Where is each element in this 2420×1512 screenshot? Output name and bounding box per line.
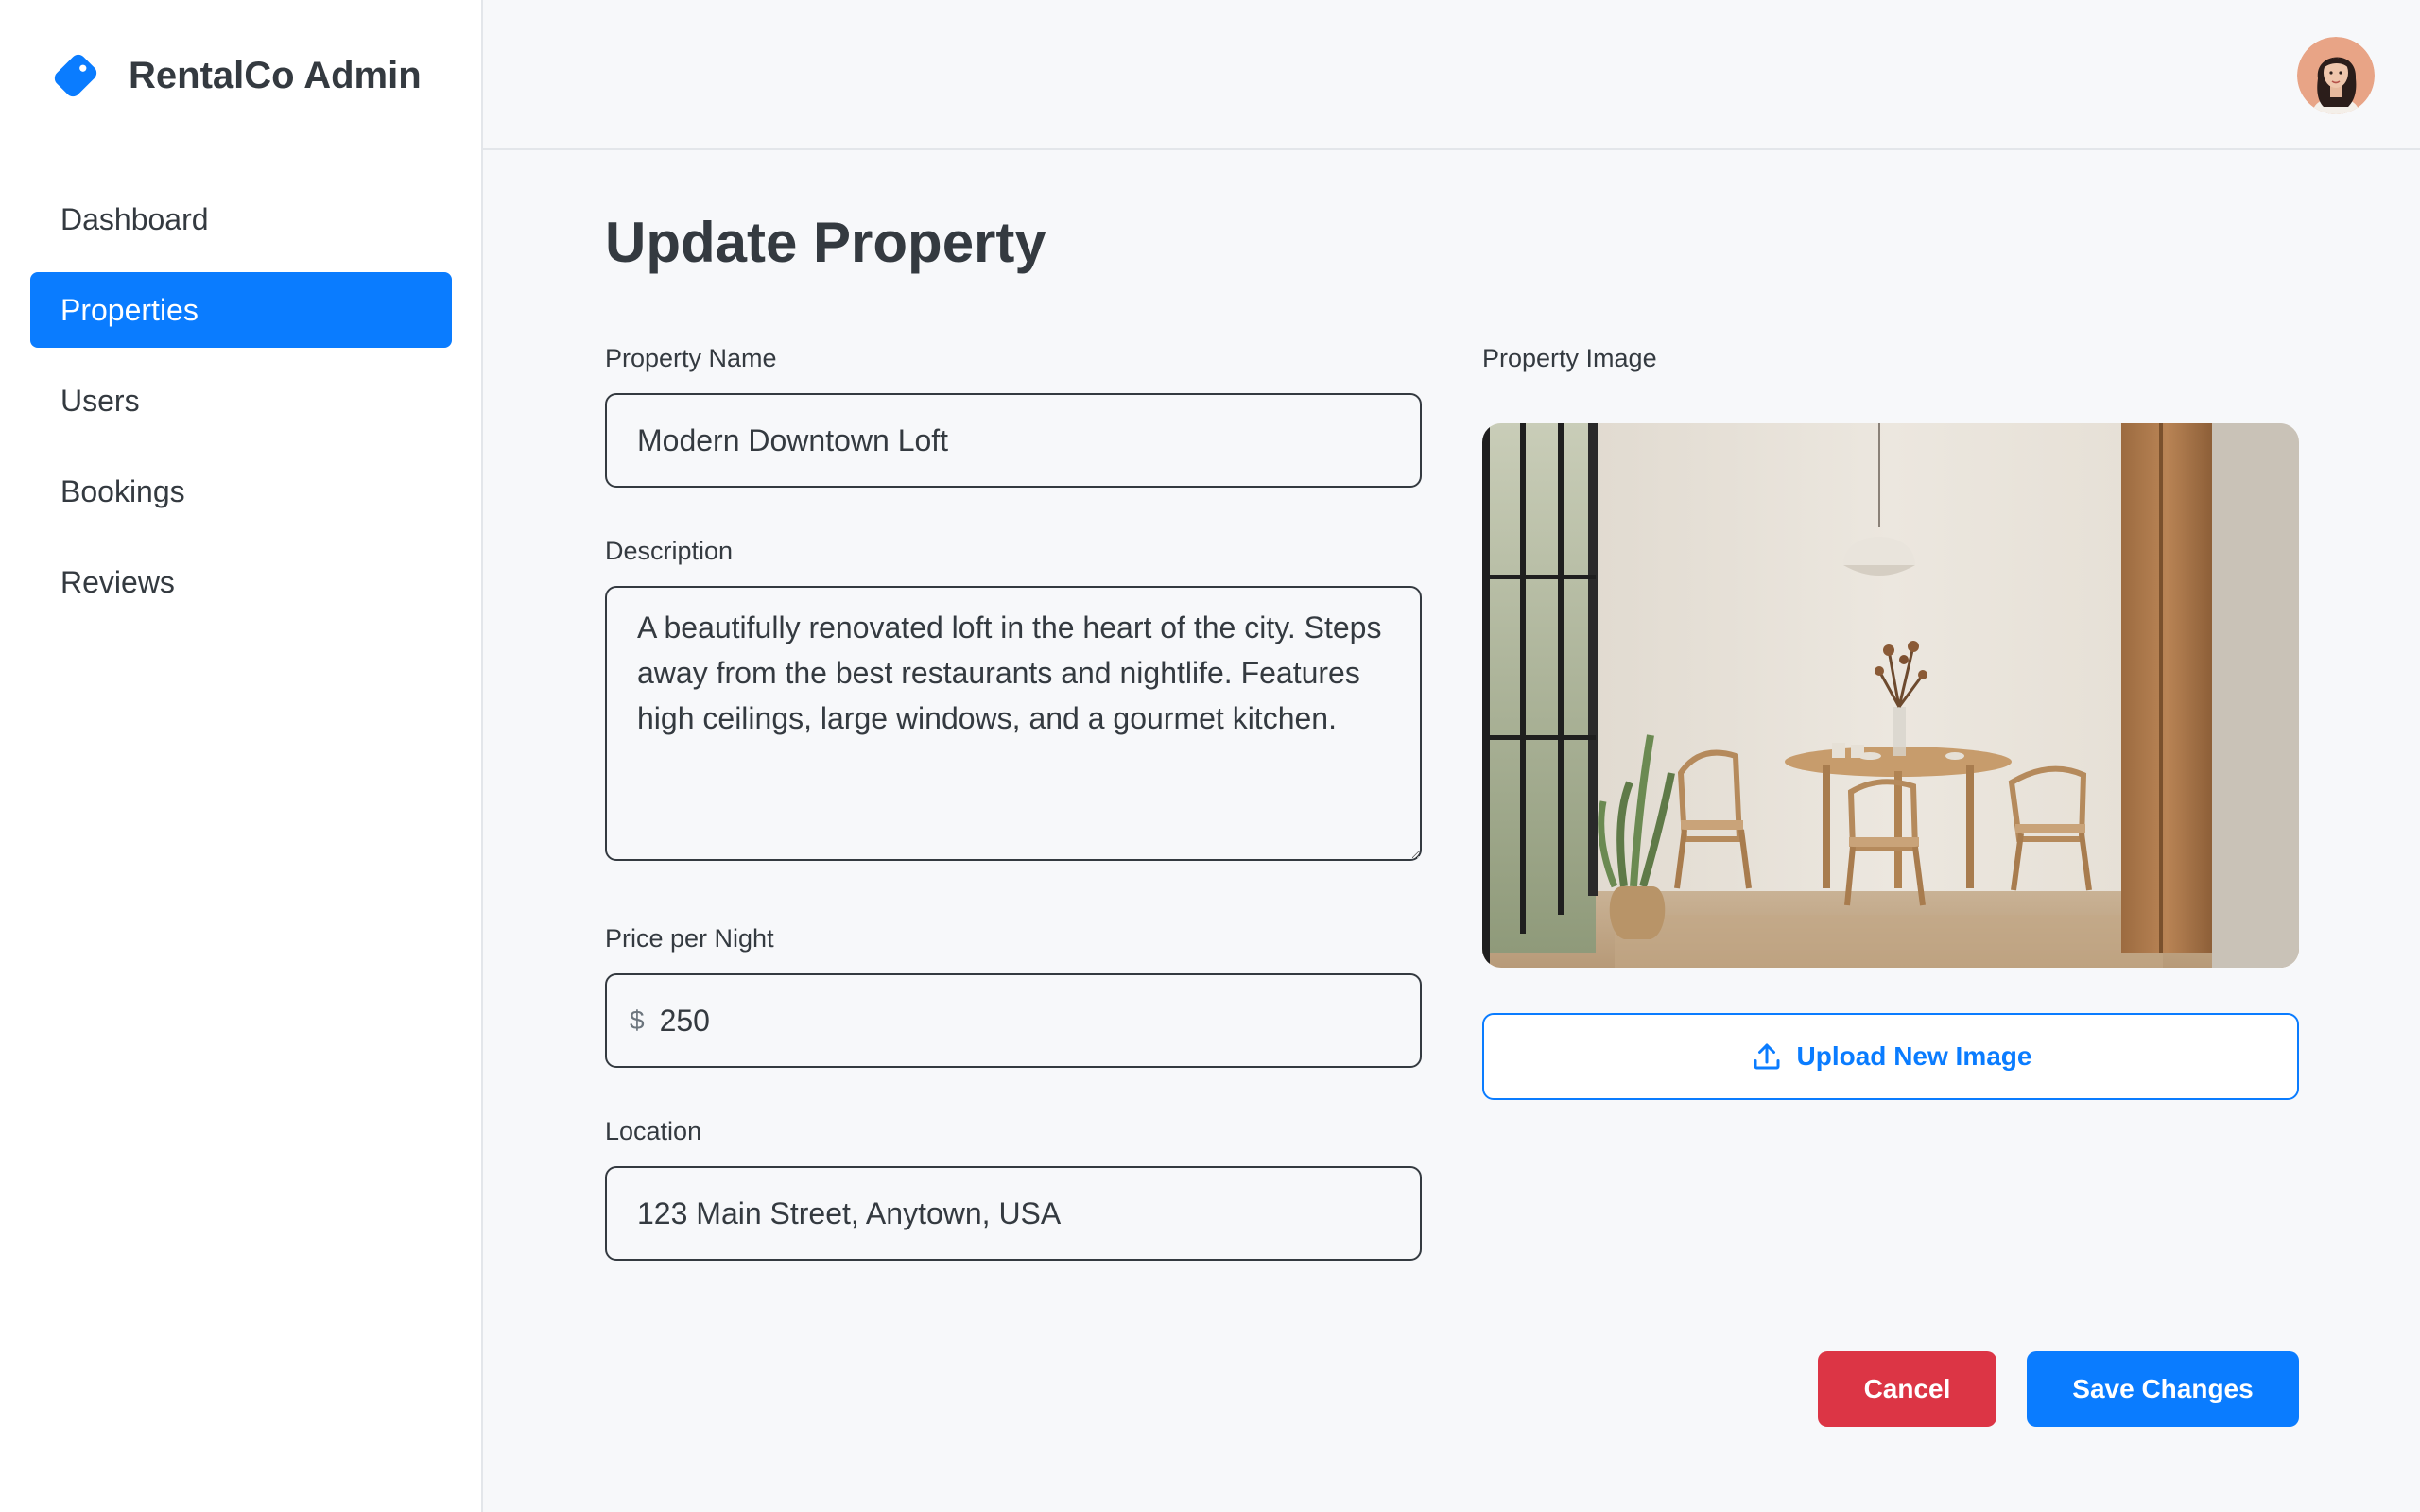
sidebar-item-label: Reviews [60, 564, 175, 599]
sidebar-item-label: Dashboard [60, 201, 209, 236]
location-input[interactable] [605, 1166, 1422, 1261]
sidebar-item-users[interactable]: Users [30, 363, 452, 438]
page-title: Update Property [605, 211, 1046, 274]
price-field[interactable]: $ [605, 973, 1422, 1068]
sidebar-nav: Dashboard Properties Users Bookings Revi… [30, 181, 452, 635]
sidebar-item-bookings[interactable]: Bookings [30, 454, 452, 529]
sidebar-item-dashboard[interactable]: Dashboard [30, 181, 452, 257]
sidebar-item-reviews[interactable]: Reviews [30, 544, 452, 620]
property-image-label: Property Image [1482, 344, 1657, 372]
property-name-label: Property Name [605, 344, 777, 372]
save-changes-button[interactable]: Save Changes [2027, 1351, 2299, 1427]
app-name: RentalCo Admin [129, 54, 422, 96]
tag-icon [54, 54, 97, 97]
sidebar: RentalCo Admin Dashboard Properties User… [0, 0, 483, 1512]
sidebar-item-properties[interactable]: Properties [30, 272, 452, 348]
currency-symbol: $ [630, 1005, 645, 1035]
sidebar-item-label: Bookings [60, 473, 185, 508]
cancel-button[interactable]: Cancel [1818, 1351, 1996, 1427]
top-bar [483, 0, 2420, 150]
property-name-input[interactable] [605, 393, 1422, 488]
sidebar-item-label: Users [60, 383, 140, 418]
upload-image-label: Upload New Image [1796, 1041, 2032, 1071]
upload-icon [1754, 1043, 1780, 1070]
description-label: Description [605, 537, 734, 565]
upload-image-button[interactable]: Upload New Image [1482, 1013, 2299, 1100]
property-image [1482, 423, 2299, 968]
user-avatar[interactable] [2297, 37, 2375, 114]
price-label: Price per Night [605, 924, 774, 953]
price-input[interactable] [659, 978, 1378, 1063]
description-textarea[interactable]: A beautifully renovated loft in the hear… [605, 586, 1422, 861]
brand[interactable]: RentalCo Admin [47, 47, 422, 104]
location-label: Location [605, 1117, 702, 1145]
sidebar-item-label: Properties [60, 292, 199, 327]
